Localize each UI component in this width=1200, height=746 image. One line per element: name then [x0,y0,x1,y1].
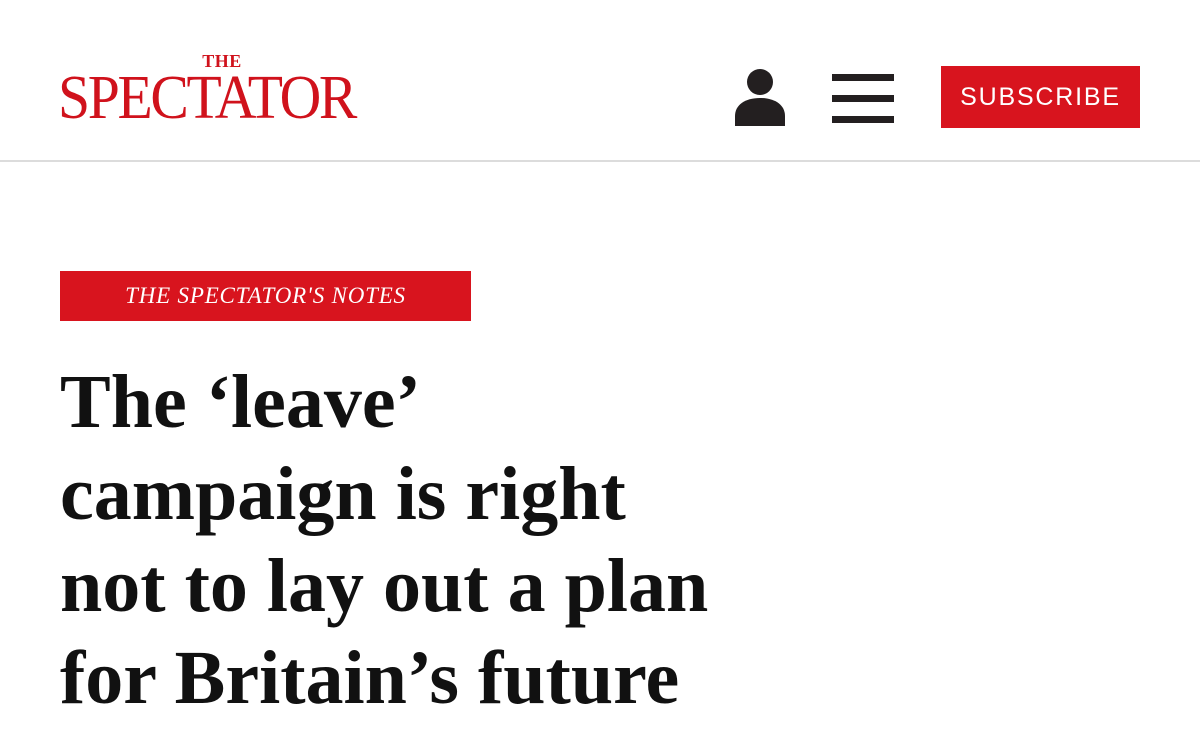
headline-line: campaign is right [60,452,626,536]
hamburger-menu-icon-graphic [832,74,894,123]
article-headline: The ‘leave’ campaign is right not to lay… [60,356,1060,724]
site-header: THE SPECTATOR SUBSCRIBE [0,0,1200,162]
section-tag[interactable]: THE SPECTATOR'S NOTES [60,271,471,321]
user-icon-graphic [735,69,785,126]
logo-name-text: SPECTATOR [58,64,357,132]
user-icon[interactable] [733,68,787,126]
page: THE SPECTATOR SUBSCRIBE THE SPECTATOR'S … [0,0,1200,746]
headline-line: The ‘leave’ [60,360,421,444]
headline-line: not to lay out a plan [60,544,709,628]
site-logo[interactable]: THE SPECTATOR [58,52,382,130]
hamburger-menu-icon[interactable] [832,74,894,124]
headline-line: for Britain’s future [60,636,680,720]
subscribe-button[interactable]: SUBSCRIBE [941,66,1140,128]
